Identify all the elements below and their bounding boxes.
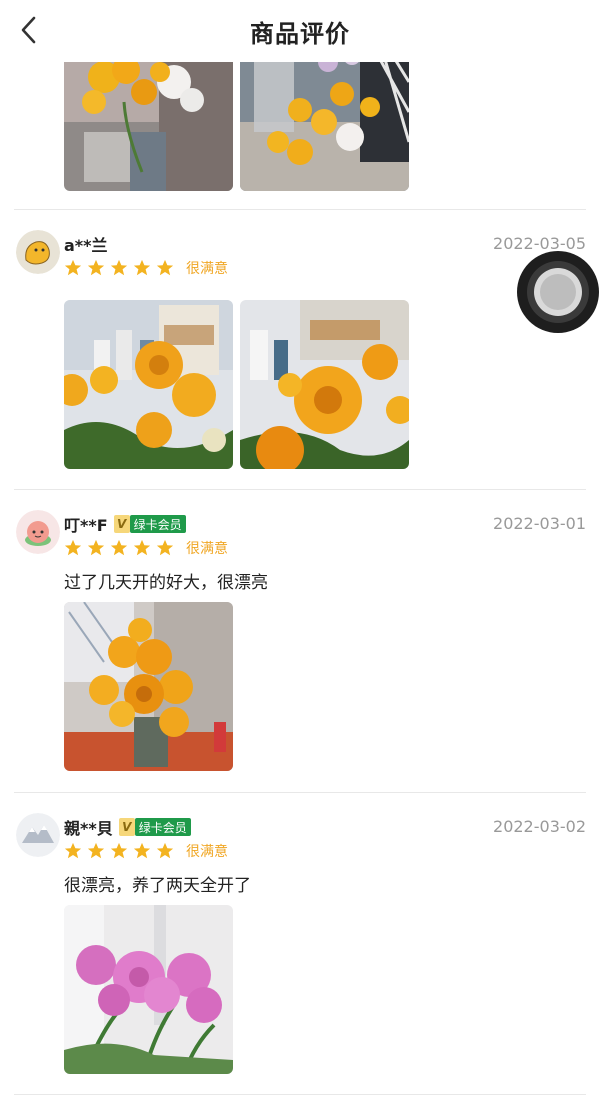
rating: 很满意 <box>64 258 228 278</box>
star-icon <box>87 842 105 859</box>
review-date: 2022-03-01 <box>493 514 586 533</box>
review-photo[interactable] <box>64 300 233 469</box>
user-line: 叮**F V 绿卡会员 <box>64 512 186 536</box>
star-icon <box>64 842 82 859</box>
rating-label: 很满意 <box>186 541 228 557</box>
top-bar: 商品评价 <box>0 0 600 62</box>
star-icon <box>156 842 174 859</box>
divider <box>14 209 586 210</box>
rating: 很满意 <box>64 538 228 558</box>
member-badge: 绿卡会员 <box>134 818 191 836</box>
star-rating <box>64 259 174 277</box>
review-photo[interactable] <box>64 905 233 1074</box>
user-line: a**兰 <box>64 232 108 256</box>
star-icon <box>133 842 151 859</box>
rating-label: 很满意 <box>186 844 228 860</box>
review-photo[interactable] <box>240 300 409 469</box>
star-icon <box>64 539 82 556</box>
username: a**兰 <box>64 236 108 255</box>
review-comment: 很漂亮，养了两天全开了 <box>64 876 251 896</box>
user-line: 親**貝 V 绿卡会员 <box>64 815 191 839</box>
star-rating <box>64 539 174 557</box>
review-photo[interactable] <box>64 602 233 771</box>
vip-badge: V <box>118 818 135 836</box>
star-icon <box>87 259 105 276</box>
star-icon <box>133 259 151 276</box>
review-comment: 过了几天开的好大，很漂亮 <box>64 573 268 593</box>
rating-label: 很满意 <box>186 261 228 277</box>
avatar[interactable] <box>16 813 60 857</box>
divider <box>14 489 586 490</box>
username: 親**貝 <box>64 819 113 838</box>
star-icon <box>133 539 151 556</box>
page-title: 商品评价 <box>250 20 350 48</box>
star-rating <box>64 842 174 860</box>
star-icon <box>64 259 82 276</box>
star-icon <box>87 539 105 556</box>
avatar[interactable] <box>16 510 60 554</box>
username: 叮**F <box>64 516 108 535</box>
divider <box>14 792 586 793</box>
review-date: 2022-03-02 <box>493 817 586 836</box>
member-badge: 绿卡会员 <box>129 515 186 533</box>
star-icon <box>110 842 128 859</box>
rating: 很满意 <box>64 841 228 861</box>
star-icon <box>110 259 128 276</box>
star-icon <box>156 259 174 276</box>
assistive-touch-button[interactable] <box>516 250 600 334</box>
star-icon <box>156 539 174 556</box>
divider <box>14 1094 586 1095</box>
vip-badge: V <box>113 515 130 533</box>
avatar[interactable] <box>16 230 60 274</box>
assistive-touch-icon <box>517 251 599 333</box>
review-page: 商品评价 a**兰 2022-03-05 很满意 叮**F V 绿卡会员 202… <box>0 0 600 1096</box>
star-icon <box>110 539 128 556</box>
